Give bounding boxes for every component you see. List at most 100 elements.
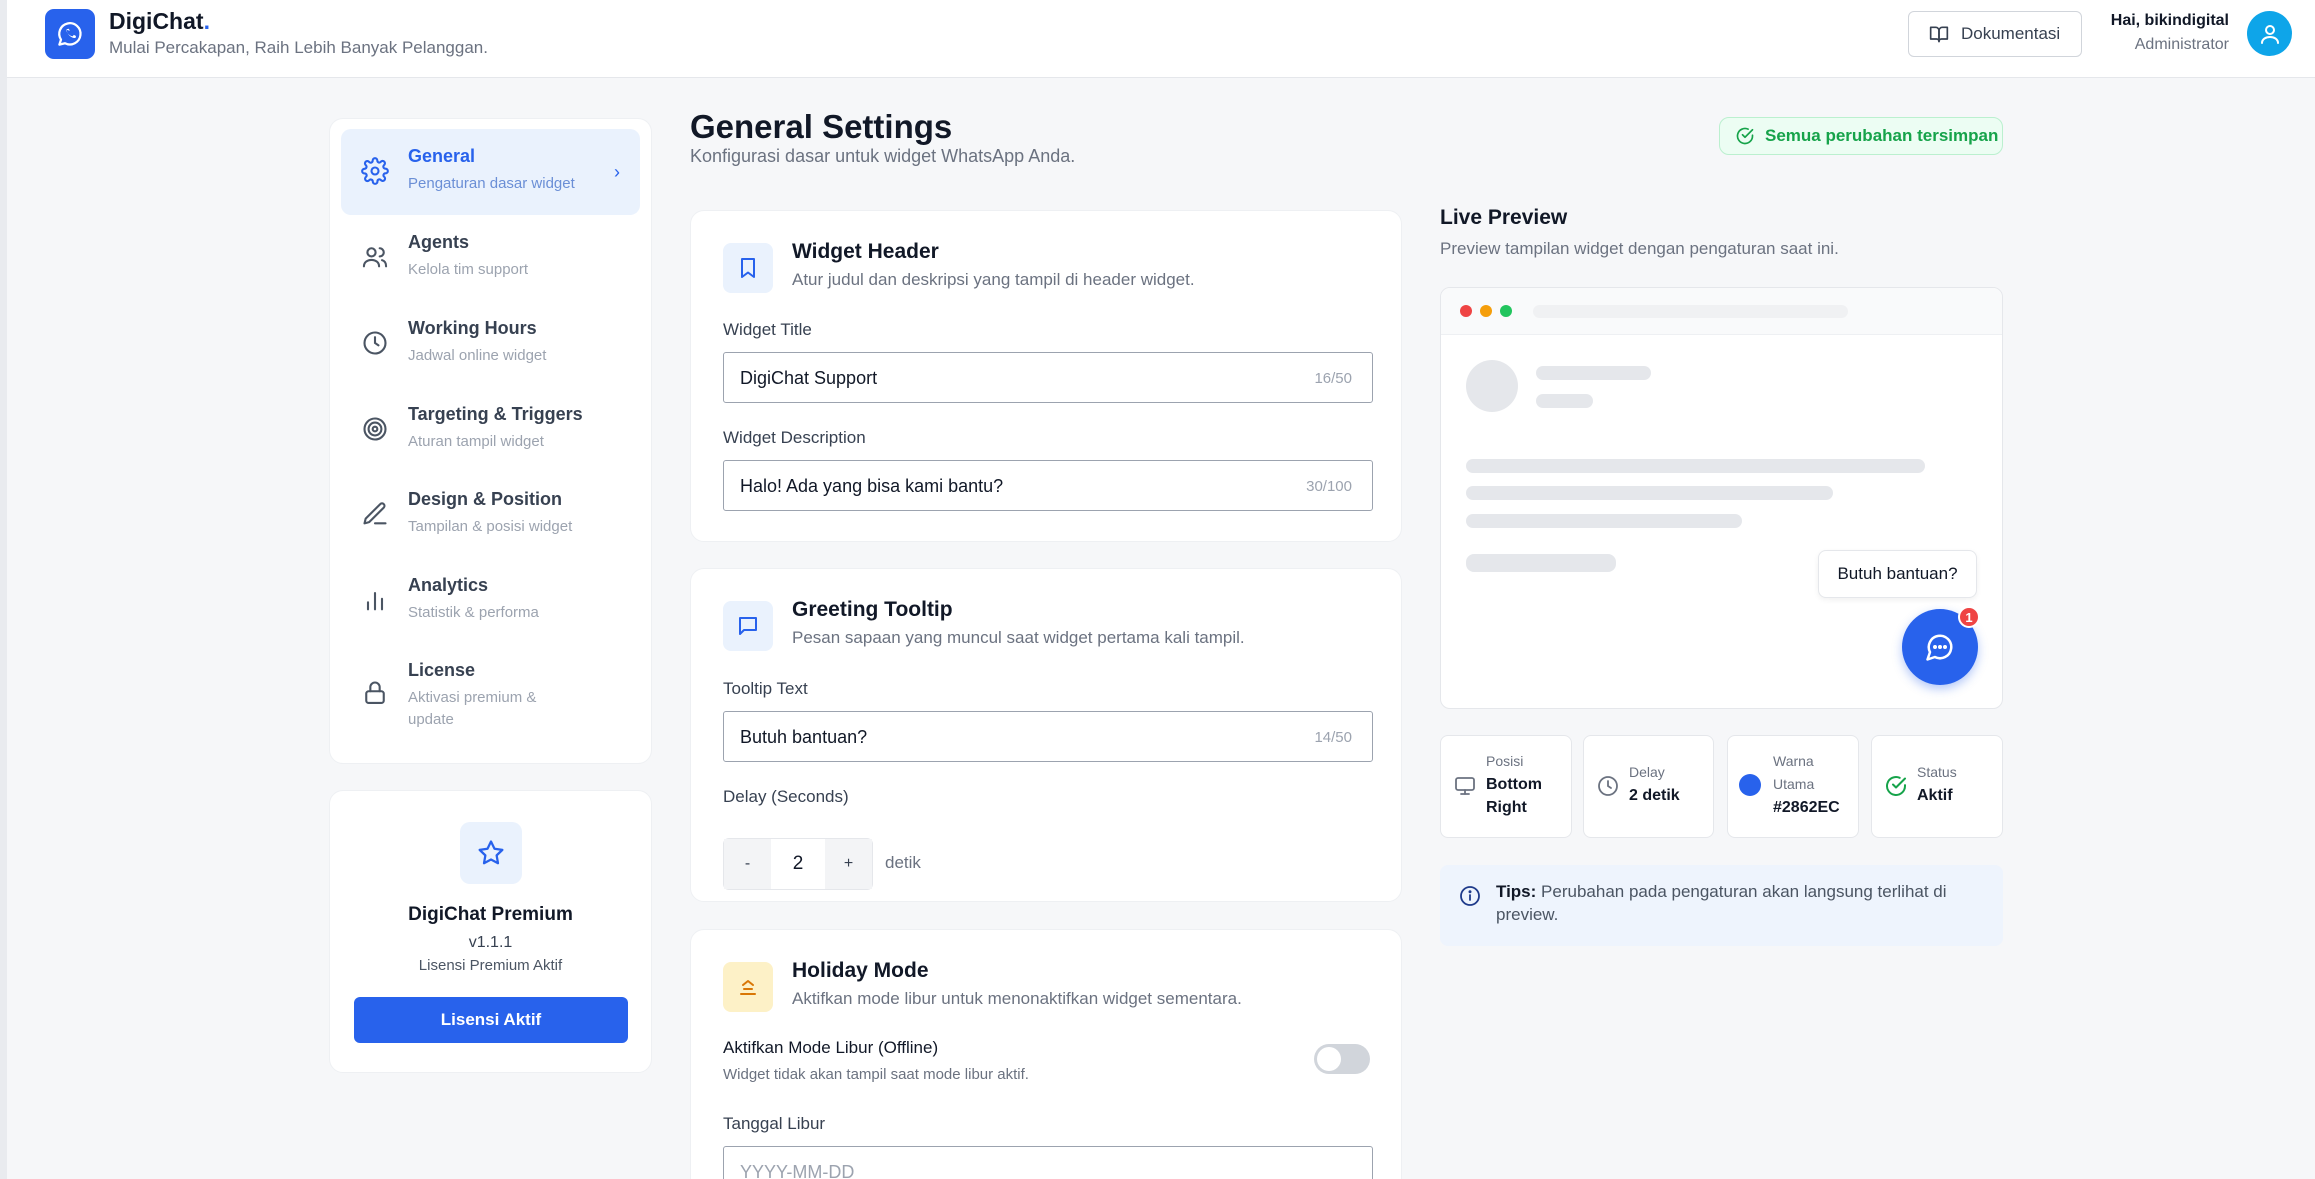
card-icon-box bbox=[723, 243, 773, 293]
documentation-button[interactable]: Dokumentasi bbox=[1908, 11, 2082, 57]
holiday-date-label: Tanggal Libur bbox=[723, 1114, 826, 1133]
card-description: Aktifkan mode libur untuk menonaktifkan … bbox=[792, 989, 1242, 1008]
card-description: Pesan sapaan yang muncul saat widget per… bbox=[792, 628, 1245, 647]
info-icon bbox=[1460, 886, 1480, 906]
top-header: DigiChat. Mulai Percakapan, Raih Lebih B… bbox=[7, 0, 2315, 78]
premium-card: DigiChat Premium v1.1.1 Lisensi Premium … bbox=[329, 790, 652, 1073]
holiday-date-input[interactable]: YYYY-MM-DD bbox=[723, 1146, 1373, 1179]
sidebar-item-working-hours[interactable]: Working Hours Jadwal online widget bbox=[341, 301, 640, 387]
check-circle-icon bbox=[1886, 776, 1906, 796]
sidebar-item-title: Design & Position bbox=[408, 489, 563, 509]
card-title: Greeting Tooltip bbox=[792, 598, 953, 621]
stat-value: Aktif bbox=[1917, 787, 1953, 804]
sidebar-item-title: Agents bbox=[408, 232, 470, 252]
bookmark-icon bbox=[741, 258, 755, 278]
tips-box: Tips: Perubahan pada pengaturan akan lan… bbox=[1440, 865, 2003, 946]
chevron-right-icon: › bbox=[614, 162, 620, 182]
tooltip-text-label: Tooltip Text bbox=[723, 679, 808, 698]
user-role: Administrator bbox=[2134, 36, 2229, 53]
stat-label: Warna Utama bbox=[1773, 753, 1815, 792]
widget-description-input[interactable]: Halo! Ada yang bisa kami bantu? 30/100 bbox=[723, 460, 1373, 511]
char-counter: 16/50 bbox=[1314, 370, 1352, 387]
clock-icon bbox=[1598, 776, 1618, 796]
sidebar-item-design[interactable]: Design & Position Tampilan & posisi widg… bbox=[341, 472, 640, 558]
page-subtitle: Konfigurasi dasar untuk widget WhatsApp … bbox=[690, 146, 1076, 166]
holiday-icon bbox=[740, 980, 756, 995]
stat-value: Bottom Right bbox=[1486, 776, 1542, 816]
brand-tagline: Mulai Percakapan, Raih Lebih Banyak Pela… bbox=[109, 38, 488, 57]
stat-color: Warna Utama #2862EC bbox=[1727, 735, 1859, 838]
card-icon-box bbox=[723, 962, 773, 1012]
tips-text: Tips: Perubahan pada pengaturan akan lan… bbox=[1496, 880, 1966, 926]
sidebar-item-subtitle: Aktivasi premium & update bbox=[408, 689, 537, 728]
stat-value: #2862EC bbox=[1773, 799, 1840, 816]
toggle-knob bbox=[1317, 1047, 1341, 1071]
window-dot-yellow bbox=[1480, 305, 1492, 317]
skeleton-line bbox=[1466, 514, 1742, 528]
sidebar-item-title: Analytics bbox=[408, 575, 489, 595]
skeleton-line bbox=[1466, 486, 1833, 500]
clock-icon bbox=[363, 331, 387, 355]
premium-status: Lisensi Premium Aktif bbox=[418, 957, 563, 974]
preview-tooltip: Butuh bantuan? bbox=[1818, 550, 1977, 598]
sidebar-item-subtitle: Statistik & performa bbox=[408, 604, 539, 621]
chat-bubble-icon bbox=[1926, 634, 1953, 661]
sidebar-item-general[interactable]: General Pengaturan dasar widget › bbox=[341, 129, 640, 215]
sidebar-item-title: Targeting & Triggers bbox=[408, 404, 583, 424]
preview-subtitle: Preview tampilan widget dengan pengatura… bbox=[1440, 239, 1839, 258]
delay-stepper: - 2 + bbox=[723, 838, 873, 890]
increment-button[interactable]: + bbox=[825, 839, 872, 889]
char-counter: 14/50 bbox=[1314, 729, 1352, 746]
gear-icon bbox=[361, 157, 389, 185]
stat-status: Status Aktif bbox=[1871, 735, 2003, 838]
check-circle-icon bbox=[1736, 127, 1754, 145]
documentation-label: Dokumentasi bbox=[1961, 24, 2061, 43]
tooltip-text-value: Butuh bantuan? bbox=[740, 727, 868, 747]
license-active-button[interactable]: Lisensi Aktif bbox=[354, 997, 628, 1043]
widget-title-input[interactable]: DigiChat Support 16/50 bbox=[723, 352, 1373, 403]
greeting-tooltip-card: Greeting Tooltip Pesan sapaan yang muncu… bbox=[690, 568, 1402, 902]
sidebar-item-title: General bbox=[408, 146, 476, 166]
decrement-button[interactable]: - bbox=[724, 839, 771, 889]
skeleton-line bbox=[1466, 554, 1616, 572]
settings-sidebar: General Pengaturan dasar widget › Agents… bbox=[329, 118, 652, 764]
card-title: Holiday Mode bbox=[792, 959, 929, 982]
sidebar-item-analytics[interactable]: Analytics Statistik & performa bbox=[341, 558, 640, 644]
stat-label: Status bbox=[1917, 764, 1957, 780]
user-icon bbox=[2260, 24, 2279, 44]
widget-title-value: DigiChat Support bbox=[740, 368, 878, 388]
widget-header-card: Widget Header Atur judul dan deskripsi y… bbox=[690, 210, 1402, 542]
skeleton-line bbox=[1466, 459, 1925, 473]
widget-description-label: Widget Description bbox=[723, 428, 866, 447]
page-title: General Settings bbox=[690, 108, 953, 145]
skeleton-line bbox=[1536, 394, 1593, 408]
char-counter: 30/100 bbox=[1306, 478, 1352, 495]
preview-title: Live Preview bbox=[1440, 206, 1568, 229]
star-icon bbox=[478, 840, 504, 865]
card-description: Atur judul dan deskripsi yang tampil di … bbox=[792, 270, 1195, 289]
sidebar-item-targeting[interactable]: Targeting & Triggers Aturan tampil widge… bbox=[341, 387, 640, 473]
color-swatch bbox=[1739, 774, 1761, 796]
window-dot-green bbox=[1500, 305, 1512, 317]
sidebar-item-license[interactable]: License Aktivasi premium & update bbox=[341, 643, 640, 743]
card-icon-box bbox=[723, 601, 773, 651]
stat-value: 2 detik bbox=[1629, 787, 1680, 804]
holiday-mode-toggle[interactable] bbox=[1314, 1044, 1370, 1074]
brand-name: DigiChat. bbox=[109, 8, 210, 34]
window-dot-red bbox=[1460, 305, 1472, 317]
sidebar-item-agents[interactable]: Agents Kelola tim support bbox=[341, 215, 640, 301]
users-icon bbox=[362, 247, 388, 268]
delay-unit: detik bbox=[885, 853, 921, 872]
tooltip-text-input[interactable]: Butuh bantuan? 14/50 bbox=[723, 711, 1373, 762]
avatar[interactable] bbox=[2247, 11, 2292, 56]
url-bar bbox=[1533, 305, 1848, 318]
bar-chart-icon bbox=[366, 591, 384, 611]
card-title: Widget Header bbox=[792, 240, 939, 263]
holiday-date-placeholder: YYYY-MM-DD bbox=[740, 1162, 855, 1179]
sidebar-item-title: Working Hours bbox=[408, 318, 537, 338]
delay-value[interactable]: 2 bbox=[771, 839, 825, 889]
notification-badge: 1 bbox=[1958, 606, 1980, 628]
premium-version: v1.1.1 bbox=[468, 934, 513, 951]
sidebar-item-subtitle: Pengaturan dasar widget bbox=[408, 175, 575, 192]
preview-browser-frame: Butuh bantuan? 1 bbox=[1440, 287, 2003, 709]
